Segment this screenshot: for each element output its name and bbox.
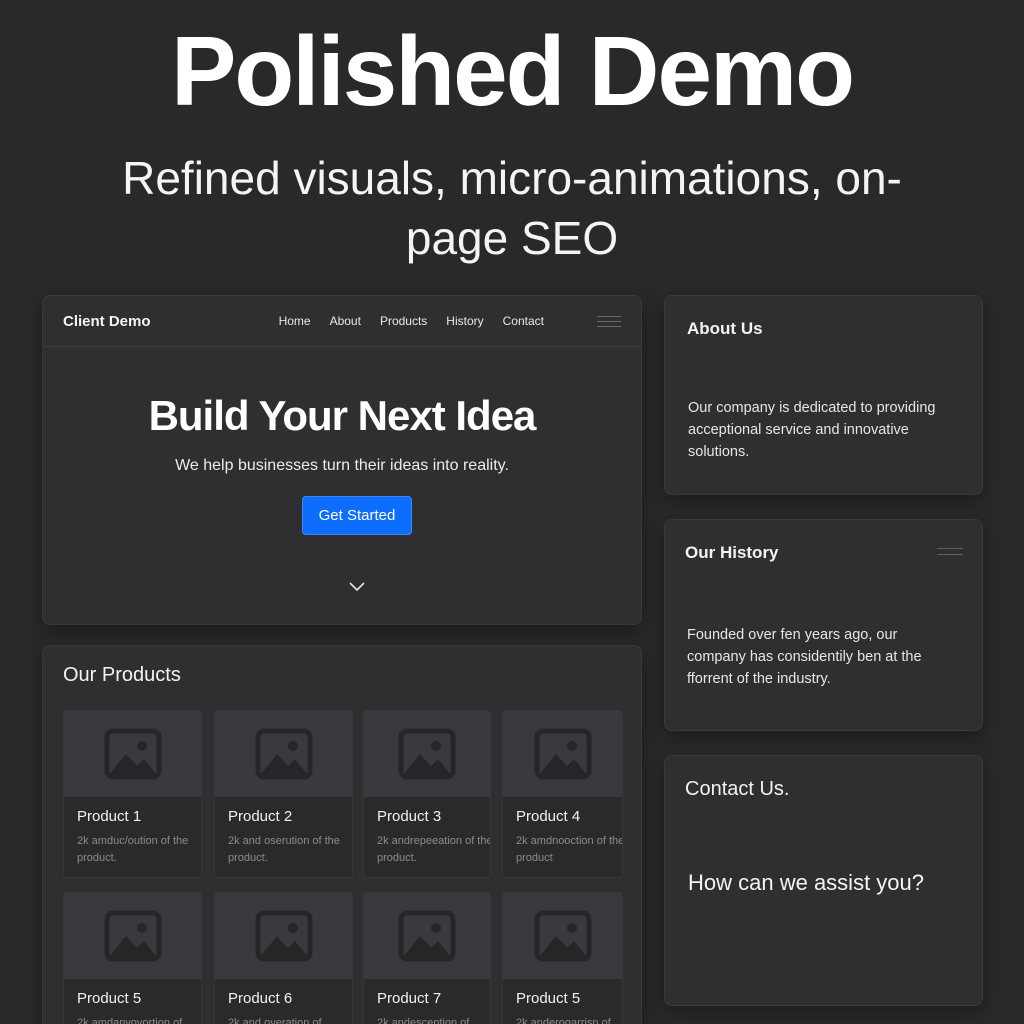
- history-text: Founded over fen years ago, our company …: [687, 627, 922, 687]
- nav-links: Home About Products History Contact: [279, 314, 621, 328]
- history-card: Our History Founded over fen years ago, …: [664, 519, 983, 731]
- product-card[interactable]: Product 1 2k amduc/oution of the product…: [63, 710, 202, 878]
- product-description: 2k anderogarrisn of: [516, 1017, 611, 1024]
- nav-link-about[interactable]: About: [330, 314, 361, 328]
- nav-link-history[interactable]: History: [446, 314, 483, 328]
- contact-question: How can we assist you?: [688, 870, 924, 895]
- products-card: Our Products Product 1 2k amduc/oution o…: [42, 645, 642, 1024]
- product-card[interactable]: Product 5 2k amdanyovortion of: [63, 892, 202, 1024]
- product-name: Product 7: [377, 990, 442, 1007]
- product-card[interactable]: Product 4 2k amdnooction of the product: [502, 710, 623, 878]
- product-card[interactable]: Product 5 2k anderogarrisn of: [502, 892, 623, 1024]
- products-title: Our Products: [63, 664, 181, 686]
- hero-subtitle: We help businesses turn their ideas into…: [175, 457, 509, 474]
- product-card[interactable]: Product 2 2k and oserution of the produc…: [214, 710, 353, 878]
- history-title: Our History: [685, 543, 779, 562]
- hamburger-icon[interactable]: [597, 315, 621, 327]
- image-placeholder-icon: [64, 711, 201, 797]
- product-description: 2k amdnooction of the product: [516, 835, 623, 864]
- product-name: Product 5: [516, 990, 581, 1007]
- nav-link-home[interactable]: Home: [279, 314, 311, 328]
- page-headline: Polished Demo: [171, 16, 855, 126]
- product-description: 2k and overation of: [228, 1017, 322, 1024]
- product-description: 2k andrepeeation of the product.: [377, 835, 491, 864]
- product-name: Product 5: [77, 990, 142, 1007]
- nav-link-products[interactable]: Products: [380, 314, 427, 328]
- about-title: About Us: [687, 319, 763, 338]
- image-placeholder-icon: [215, 711, 352, 797]
- contact-title: Contact Us.: [685, 778, 790, 800]
- about-card: About Us Our company is dedicated to pro…: [664, 295, 983, 495]
- page-subheadline: Refined visuals, micro-animations, on-pa…: [122, 152, 902, 264]
- product-description: 2k andesception of: [377, 1017, 470, 1024]
- image-placeholder-icon: [503, 893, 622, 979]
- image-placeholder-icon: [64, 893, 201, 979]
- product-description: 2k and oserution of the product.: [228, 835, 340, 864]
- product-name: Product 1: [77, 808, 142, 825]
- image-placeholder-icon: [364, 711, 490, 797]
- product-card[interactable]: Product 6 2k and overation of: [214, 892, 353, 1024]
- nav-link-contact[interactable]: Contact: [503, 314, 544, 328]
- page: Polished Demo Refined visuals, micro-ani…: [0, 0, 1024, 1024]
- chevron-down-icon[interactable]: [348, 580, 366, 592]
- product-name: Product 2: [228, 808, 293, 825]
- product-name: Product 6: [228, 990, 293, 1007]
- image-placeholder-icon: [364, 893, 490, 979]
- hero-title: Build Your Next Idea: [148, 392, 537, 439]
- contact-card: Contact Us. How can we assist you?: [664, 755, 983, 1006]
- image-placeholder-icon: [503, 711, 622, 797]
- product-card[interactable]: Product 3 2k andrepeeation of the produc…: [363, 710, 491, 878]
- product-description: 2k amdanyovortion of: [77, 1017, 183, 1024]
- hero-card: Client Demo Home About Products History …: [42, 295, 642, 625]
- product-name: Product 3: [377, 808, 442, 825]
- product-description: 2k amduc/oution of the product.: [77, 835, 189, 864]
- get-started-button[interactable]: Get Started: [302, 496, 412, 535]
- menu-icon[interactable]: [937, 548, 963, 555]
- brand-logo[interactable]: Client Demo: [63, 313, 151, 330]
- image-placeholder-icon: [215, 893, 352, 979]
- navbar: Client Demo Home About Products History …: [43, 296, 641, 347]
- product-name: Product 4: [516, 808, 581, 825]
- about-text: Our company is dedicated to providing ac…: [688, 400, 936, 460]
- product-card[interactable]: Product 7 2k andesception of: [363, 892, 491, 1024]
